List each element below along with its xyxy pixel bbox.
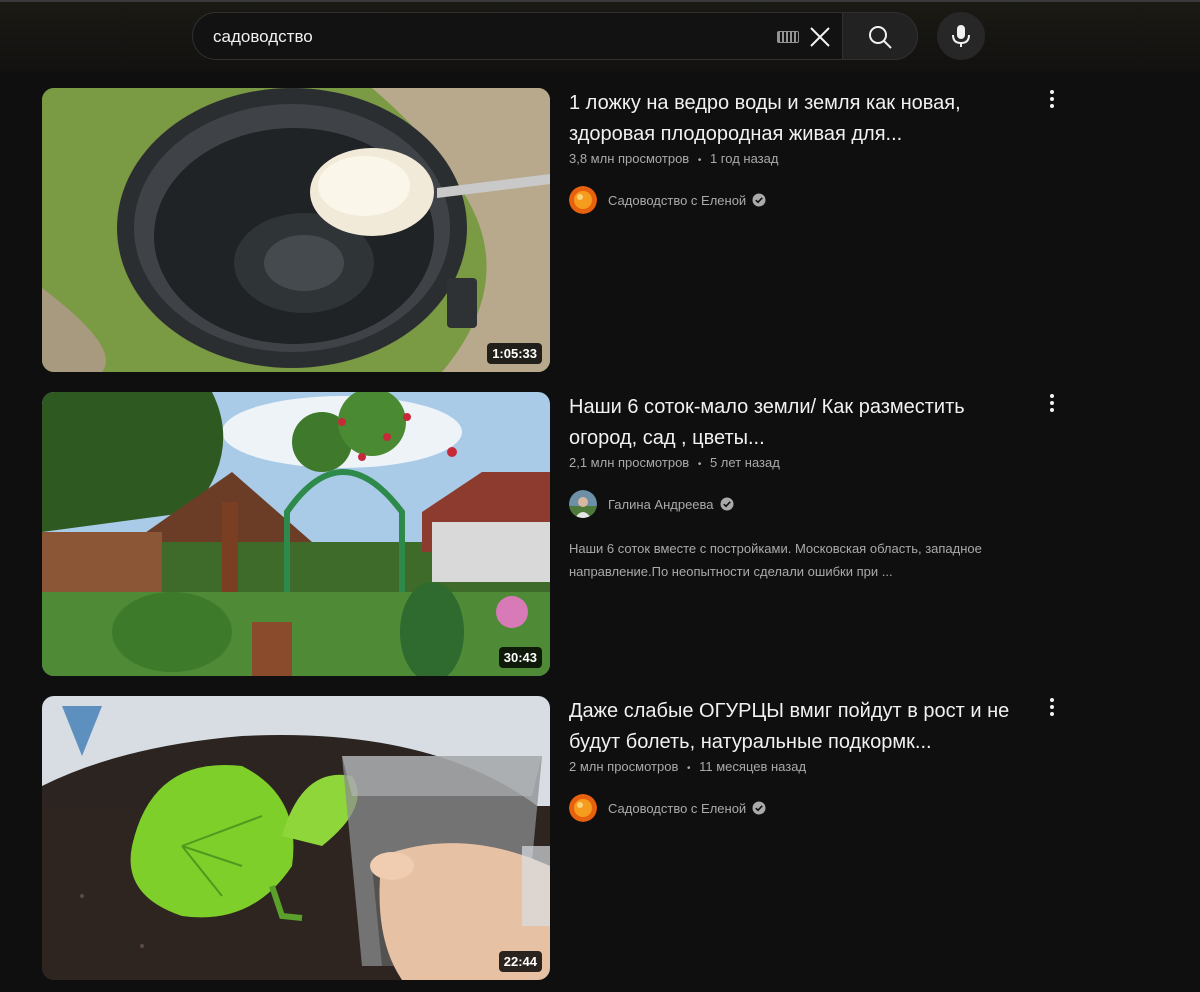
more-vert-icon[interactable]	[1042, 88, 1062, 112]
view-count: 3,8 млн просмотров	[569, 151, 690, 166]
search-icon	[869, 26, 892, 49]
verified-check-icon	[752, 801, 766, 815]
verified-check-icon	[720, 497, 734, 511]
video-thumbnail[interactable]: 30:43	[42, 392, 550, 676]
channel-link[interactable]: Садоводство с Еленой	[569, 186, 766, 214]
channel-link[interactable]: Галина Андреева	[569, 490, 734, 518]
search-box[interactable]: садоводство	[192, 12, 842, 60]
view-count: 2,1 млн просмотров	[569, 455, 690, 470]
video-result[interactable]: 1:05:33 1 ложку на ведро воды и земля ка…	[0, 88, 1200, 378]
video-result[interactable]: 22:44 Даже слабые ОГУРЦЫ вмиг пойдут в р…	[0, 696, 1200, 986]
video-title[interactable]: Даже слабые ОГУРЦЫ вмиг пойдут в рост и …	[569, 696, 1029, 758]
more-vert-icon[interactable]	[1042, 392, 1062, 416]
video-description: Наши 6 соток вместе с постройками. Моско…	[569, 541, 982, 579]
verified-check-icon	[752, 193, 766, 207]
channel-name[interactable]: Садоводство с Еленой	[608, 193, 746, 208]
video-duration: 1:05:33	[487, 343, 542, 364]
video-meta: 3,8 млн просмотров • 1 год назад	[569, 151, 778, 166]
avatar[interactable]	[569, 186, 597, 214]
video-duration: 30:43	[498, 647, 542, 668]
search-input[interactable]: садоводство	[213, 27, 313, 47]
upload-age: 11 месяцев назад	[699, 759, 807, 774]
thumbnail-image	[42, 392, 550, 676]
mic-icon	[952, 25, 970, 47]
voice-search-button[interactable]	[937, 12, 985, 60]
meta-separator: •	[697, 459, 702, 470]
channel-name[interactable]: Галина Андреева	[608, 497, 714, 512]
avatar[interactable]	[569, 794, 597, 822]
video-thumbnail[interactable]: 22:44	[42, 696, 550, 980]
close-icon[interactable]	[807, 24, 833, 50]
video-meta: 2 млн просмотров • 11 месяцев назад	[569, 759, 806, 774]
thumbnail-image	[42, 88, 550, 372]
video-title[interactable]: 1 ложку на ведро воды и земля как новая,…	[569, 88, 1029, 150]
more-vert-icon[interactable]	[1042, 696, 1062, 720]
meta-separator: •	[697, 155, 702, 166]
channel-link[interactable]: Садоводство с Еленой	[569, 794, 766, 822]
upload-age: 5 лет назад	[709, 455, 780, 470]
upload-age: 1 год назад	[709, 151, 779, 166]
video-duration: 22:44	[498, 951, 542, 972]
meta-separator: •	[686, 763, 691, 774]
video-meta: 2,1 млн просмотров • 5 лет назад	[569, 455, 780, 470]
search-button[interactable]	[842, 12, 918, 60]
video-title[interactable]: Наши 6 соток-мало земли/ Как разместить …	[569, 392, 1029, 454]
top-divider	[0, 0, 1200, 2]
avatar[interactable]	[569, 490, 597, 518]
thumbnail-image	[42, 696, 550, 980]
keyboard-icon[interactable]	[777, 31, 799, 43]
view-count: 2 млн просмотров	[569, 759, 679, 774]
video-thumbnail[interactable]: 1:05:33	[42, 88, 550, 372]
video-result[interactable]: 30:43 Наши 6 соток-мало земли/ Как разме…	[0, 392, 1200, 682]
channel-name[interactable]: Садоводство с Еленой	[608, 801, 746, 816]
masthead: садоводство	[0, 0, 1200, 72]
